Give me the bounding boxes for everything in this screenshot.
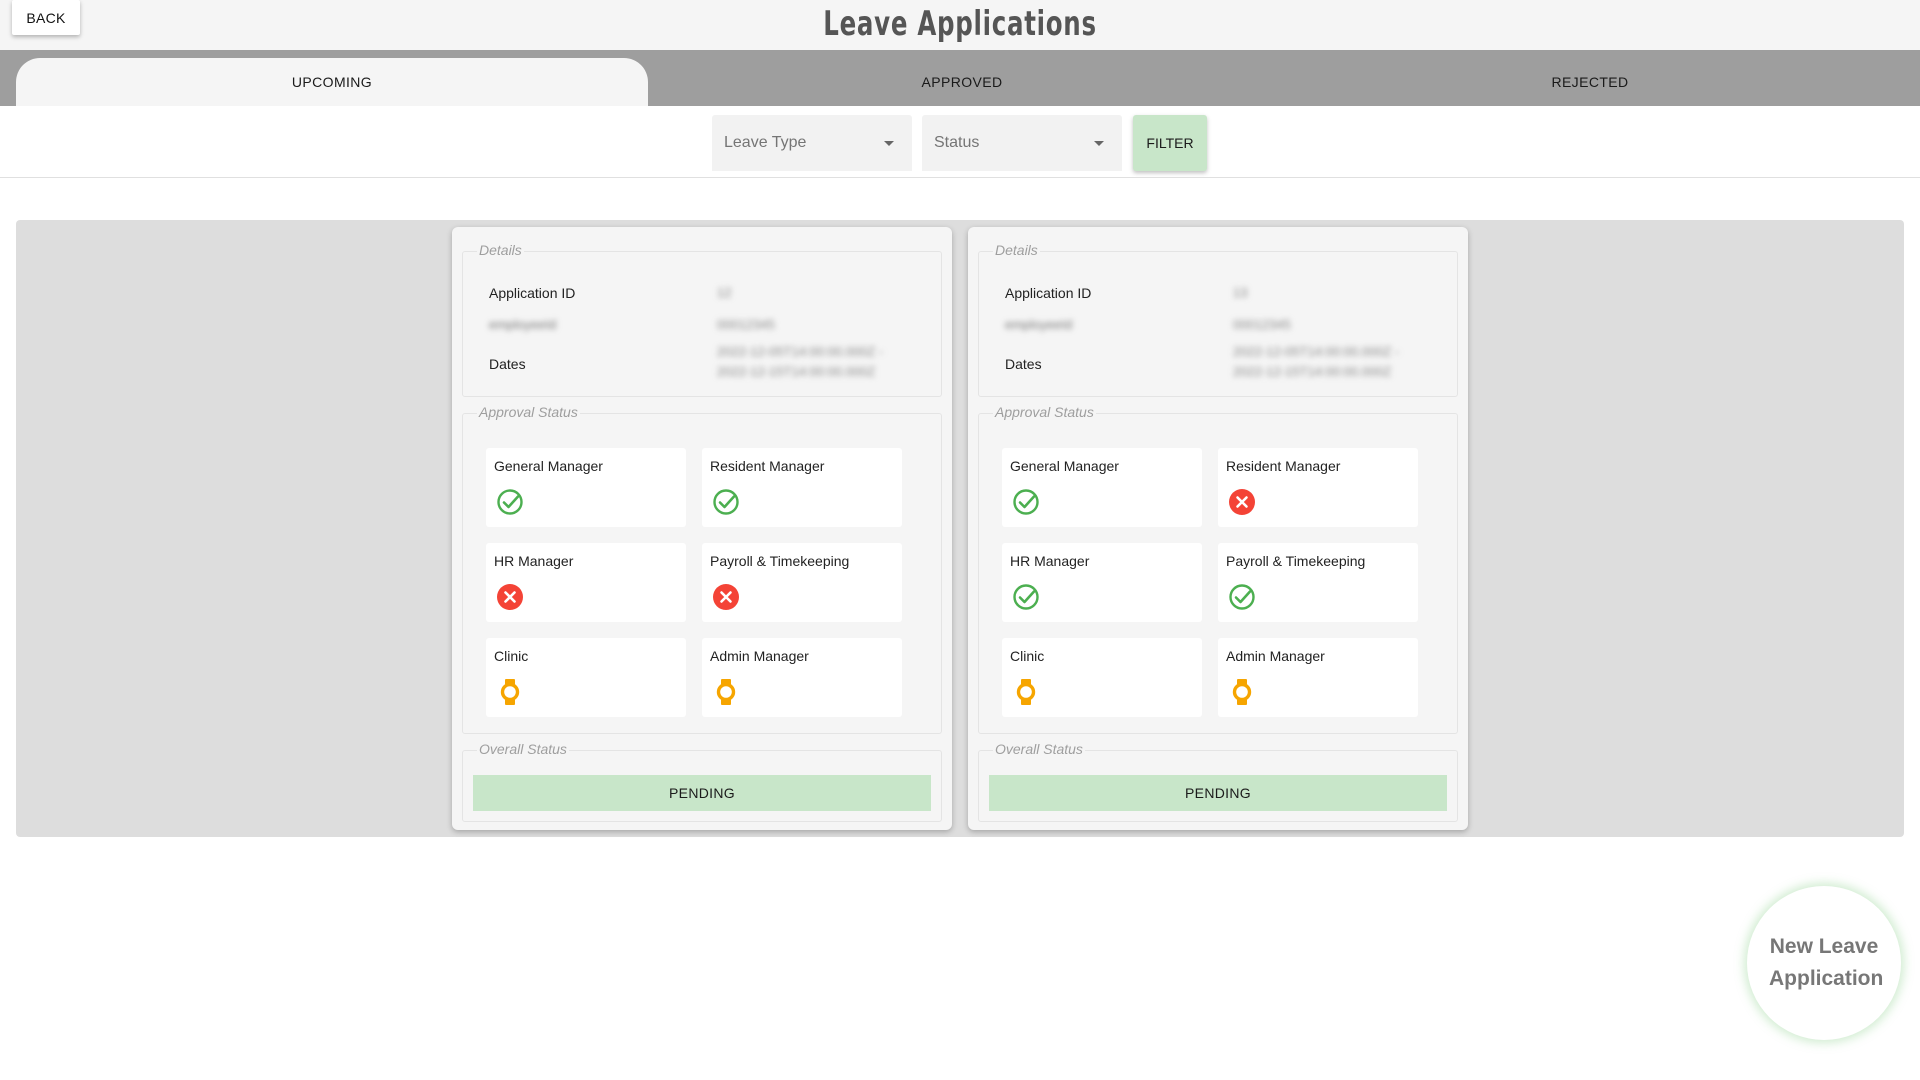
dates-label: Dates (489, 356, 526, 372)
status-placeholder: Status (934, 134, 980, 151)
approver-tile: Payroll & Timekeeping (1218, 543, 1418, 622)
approver-tile: Admin Manager (1218, 638, 1418, 717)
dates-value-end: 2022-12-15T14:00:00.000Z (1233, 364, 1392, 379)
details-legend: Details (477, 242, 524, 258)
dates-value-start: 2022-12-05T14:00:00.000Z - (1233, 344, 1400, 359)
dates-label: Dates (1005, 356, 1042, 372)
dates-value-start: 2022-12-05T14:00:00.000Z - (717, 344, 884, 359)
employee-value: 00012345 (717, 317, 775, 332)
approver-role: HR Manager (1010, 553, 1090, 569)
new-leave-application-button[interactable]: New Leave Application (1747, 886, 1901, 1040)
back-button[interactable]: BACK (12, 0, 80, 35)
approver-tile: Resident Manager (1218, 448, 1418, 527)
approver-tile: Clinic (1002, 638, 1202, 717)
employee-value: 00012345 (1233, 317, 1291, 332)
approval-status-legend: Approval Status (477, 404, 580, 420)
leave-application-card: Details Application ID 12 employeeId 0001234… (452, 227, 952, 830)
tab-approved[interactable]: APPROVED (646, 58, 1278, 106)
applications-panel (16, 220, 1904, 837)
overall-status-legend: Overall Status (993, 741, 1085, 757)
check-circle-icon (1012, 488, 1040, 516)
details-legend: Details (993, 242, 1040, 258)
details-section: Details Application ID 12 employeeId 0001234… (462, 242, 942, 397)
approver-tile: General Manager (486, 448, 686, 527)
approval-status-legend: Approval Status (993, 404, 1096, 420)
overall-status-legend: Overall Status (477, 741, 569, 757)
application-id-label: Application ID (489, 285, 576, 301)
approver-role: General Manager (494, 458, 603, 474)
approver-tile: General Manager (1002, 448, 1202, 527)
filter-button[interactable]: FILTER (1133, 115, 1207, 171)
details-section: Details Application ID 13 employeeId 0001234… (978, 242, 1458, 397)
leave-application-card: Details Application ID 13 employeeId 0001234… (968, 227, 1468, 830)
cancel-icon (496, 583, 524, 611)
application-id-label: Application ID (1005, 285, 1092, 301)
caret-down-icon (1094, 141, 1104, 146)
watch-icon (1228, 678, 1256, 706)
application-id-value: 12 (717, 285, 732, 300)
employee-label: employeeId (489, 317, 557, 332)
watch-icon (712, 678, 740, 706)
approver-role: Clinic (1010, 648, 1045, 664)
employee-label: employeeId (1005, 317, 1073, 332)
leave-type-select[interactable]: Leave Type (712, 115, 912, 171)
approver-tile: Payroll & Timekeeping (702, 543, 902, 622)
overall-status-button[interactable]: PENDING (989, 775, 1447, 811)
approver-role: Resident Manager (1226, 458, 1341, 474)
approver-role: General Manager (1010, 458, 1119, 474)
check-circle-icon (712, 488, 740, 516)
approver-tile: Admin Manager (702, 638, 902, 717)
approver-tile: HR Manager (1002, 543, 1202, 622)
approver-role: Admin Manager (710, 648, 809, 664)
page-title: Leave Applications (823, 4, 1097, 44)
approver-role: Payroll & Timekeeping (710, 553, 850, 569)
check-circle-icon (1228, 583, 1256, 611)
approver-role: Resident Manager (710, 458, 825, 474)
cancel-icon (712, 583, 740, 611)
check-circle-icon (1012, 583, 1040, 611)
watch-icon (496, 678, 524, 706)
new-leave-application-label: New Leave Application (1769, 935, 1884, 990)
watch-icon (1012, 678, 1040, 706)
check-circle-icon (496, 488, 524, 516)
dates-value-end: 2022-12-15T14:00:00.000Z (717, 364, 876, 379)
approver-role: Payroll & Timekeeping (1226, 553, 1366, 569)
caret-down-icon (884, 141, 894, 146)
overall-status-button[interactable]: PENDING (473, 775, 931, 811)
approver-tile: Clinic (486, 638, 686, 717)
tab-upcoming[interactable]: UPCOMING (16, 58, 648, 106)
application-id-value: 13 (1233, 285, 1248, 300)
tab-rejected[interactable]: REJECTED (1274, 58, 1906, 106)
approver-role: HR Manager (494, 553, 574, 569)
approver-tile: Resident Manager (702, 448, 902, 527)
top-bar: BACK Leave Applications (0, 0, 1920, 50)
leave-type-placeholder: Leave Type (724, 134, 807, 151)
approver-role: Admin Manager (1226, 648, 1325, 664)
status-select[interactable]: Status (922, 115, 1122, 171)
approver-role: Clinic (494, 648, 529, 664)
tab-bar: UPCOMING APPROVED REJECTED (0, 50, 1920, 106)
cancel-icon (1228, 488, 1256, 516)
filter-bar: Leave Type Status FILTER (0, 106, 1920, 178)
approver-tile: HR Manager (486, 543, 686, 622)
